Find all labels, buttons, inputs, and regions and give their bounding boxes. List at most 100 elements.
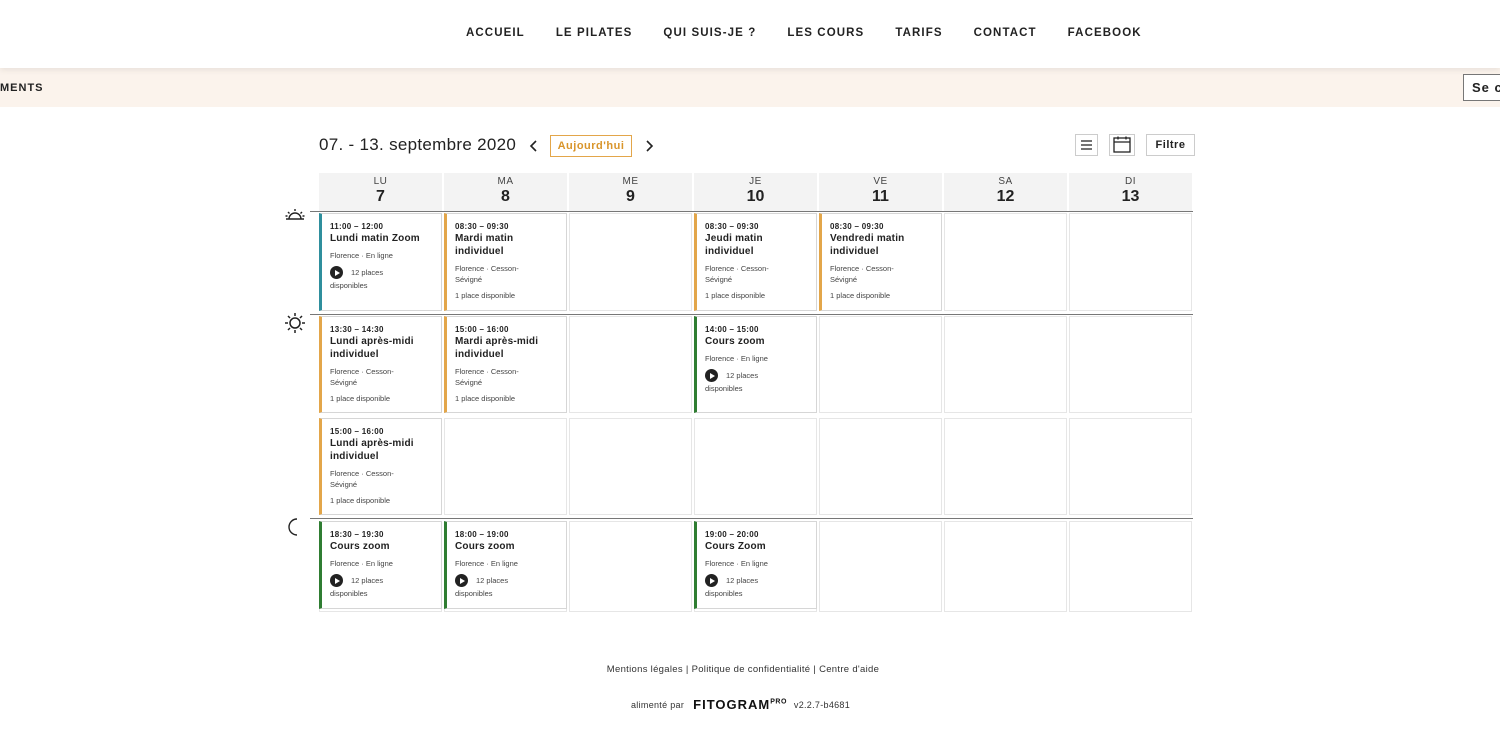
event-time: 15:00 – 16:00 [330,427,384,436]
event-card[interactable]: 19:00 – 20:00 Cours Zoom Florence · En l… [694,521,817,609]
sunrise-icon [284,206,306,228]
version-label: v2.2.7-b4681 [793,699,851,710]
period-divider [310,211,1193,212]
calendar-slot [944,521,1067,612]
event-card[interactable]: 14:00 – 15:00 Cours zoom Florence · En l… [694,316,817,413]
footer-separator: | [685,664,689,675]
event-title: Mardi après-midi individuel [455,336,539,360]
day-date: 13 [1121,188,1140,205]
event-availability: 12 places [330,574,441,587]
chevron-left-icon[interactable] [527,139,541,153]
event-time: 08:30 – 09:30 [705,222,759,231]
day-date: 9 [626,188,635,205]
legal-link[interactable]: Mentions légales [607,664,683,675]
event-availability: 12 places [705,369,816,382]
event-card[interactable]: 18:00 – 19:00 Cours zoom Florence · En l… [444,521,567,609]
calendar-view-icon[interactable] [1109,134,1135,156]
event-time: 11:00 – 12:00 [330,222,384,231]
filter-button[interactable]: Filtre [1146,134,1195,156]
calendar-slot [569,521,692,612]
day-date: 12 [996,188,1015,205]
day-header-friday: VE 11 [819,173,942,211]
event-availability: 1 place disponible [330,394,391,403]
day-date: 11 [872,188,889,205]
week-title: 07. - 13. septembre 2020 [319,135,517,154]
nav-link-facebook[interactable]: FACEBOOK [1068,27,1142,39]
event-availability: 12 places [455,574,566,587]
event-title: Lundi après-midi individuel [330,336,414,360]
play-icon [330,266,343,279]
event-card[interactable]: 11:00 – 12:00 Lundi matin Zoom Florence … [319,213,442,311]
event-title: Cours zoom [330,541,390,552]
event-time: 14:00 – 15:00 [705,325,759,334]
event-card[interactable]: 13:30 – 14:30 Lundi après-midi individue… [319,316,442,413]
places-label: disponibles [330,281,368,290]
strip-tab-label[interactable]: MENTS [0,82,44,94]
day-name: VE [873,176,888,187]
footer-links: Mentions légales | Politique de confiden… [0,664,1486,675]
privacy-link[interactable]: Politique de confidentialité [692,664,811,675]
play-icon [705,574,718,587]
day-name: MA [497,176,514,187]
nav-link-contact[interactable]: CONTACT [974,27,1037,39]
event-time: 15:00 – 16:00 [455,325,509,334]
event-availability: 1 place disponible [330,496,391,505]
help-link[interactable]: Centre d'aide [819,664,879,675]
event-time: 18:00 – 19:00 [455,530,509,539]
event-location: Florence · En ligne [705,559,768,568]
event-location: Florence · En ligne [330,251,393,260]
brand-name: FITOGRAM [693,697,771,712]
day-name: JE [749,176,762,187]
nav-link-le-pilates[interactable]: LE PILATES [556,27,633,39]
calendar-slot [1069,316,1192,413]
event-title: Vendredi matin individuel [830,233,905,257]
list-view-icon[interactable] [1075,134,1098,156]
powered-by-label: alimenté par [631,699,685,710]
calendar-slot [694,418,817,515]
places-count: 12 places [476,576,509,585]
event-availability: 1 place disponible [830,291,891,300]
calendar-slot [569,418,692,515]
nav-link-tarifs[interactable]: TARIFS [895,27,942,39]
event-location: Florence · En ligne [455,559,518,568]
day-header-monday: LU 7 [319,173,442,211]
places-count: 12 places [351,268,384,277]
event-card[interactable]: 15:00 – 16:00 Lundi après-midi individue… [319,418,442,515]
event-card[interactable]: 18:30 – 19:30 Cours zoom Florence · En l… [319,521,442,609]
day-header-sunday: DI 13 [1069,173,1192,211]
calendar-slot [944,418,1067,515]
places-label: disponibles [330,589,368,598]
calendar-slot [1069,521,1192,612]
brand-suffix: PRO [770,698,787,706]
event-card[interactable]: 08:30 – 09:30 Mardi matin individuel Flo… [444,213,567,311]
day-date: 8 [501,188,510,205]
chevron-right-icon[interactable] [642,139,656,153]
event-location: Florence · En ligne [705,354,768,363]
nav-link-les-cours[interactable]: LES COURS [787,27,864,39]
event-availability: 1 place disponible [455,291,516,300]
places-label: disponibles [455,589,493,598]
event-availability: 1 place disponible [705,291,766,300]
calendar-slot [444,418,567,515]
login-button[interactable]: Se co [1463,74,1500,101]
period-divider [310,518,1193,519]
nav-link-qui-suis-je[interactable]: QUI SUIS-JE ? [663,27,756,39]
event-time: 08:30 – 09:30 [830,222,884,231]
powered-by: alimenté par FITOGRAMPRO v2.2.7-b4681 [631,697,850,712]
event-card[interactable]: 15:00 – 16:00 Mardi après-midi individue… [444,316,567,413]
nav-link-accueil[interactable]: ACCUEIL [466,27,525,39]
today-button[interactable]: Aujourd'hui [550,135,632,157]
fitogram-logo[interactable]: FITOGRAMPRO [693,697,787,712]
event-title: Cours zoom [705,336,765,347]
places-count: 12 places [351,576,384,585]
day-header-wednesday: ME 9 [569,173,692,211]
event-time: 13:30 – 14:30 [330,325,384,334]
event-title: Cours zoom [455,541,515,552]
footer-separator: | [813,664,817,675]
sun-icon [284,312,306,334]
event-location: Florence · Cesson-Sévigné [830,264,894,284]
event-card[interactable]: 08:30 – 09:30 Jeudi matin individuel Flo… [694,213,817,311]
event-time: 18:30 – 19:30 [330,530,384,539]
event-card[interactable]: 08:30 – 09:30 Vendredi matin individuel … [819,213,942,311]
day-header-tuesday: MA 8 [444,173,567,211]
